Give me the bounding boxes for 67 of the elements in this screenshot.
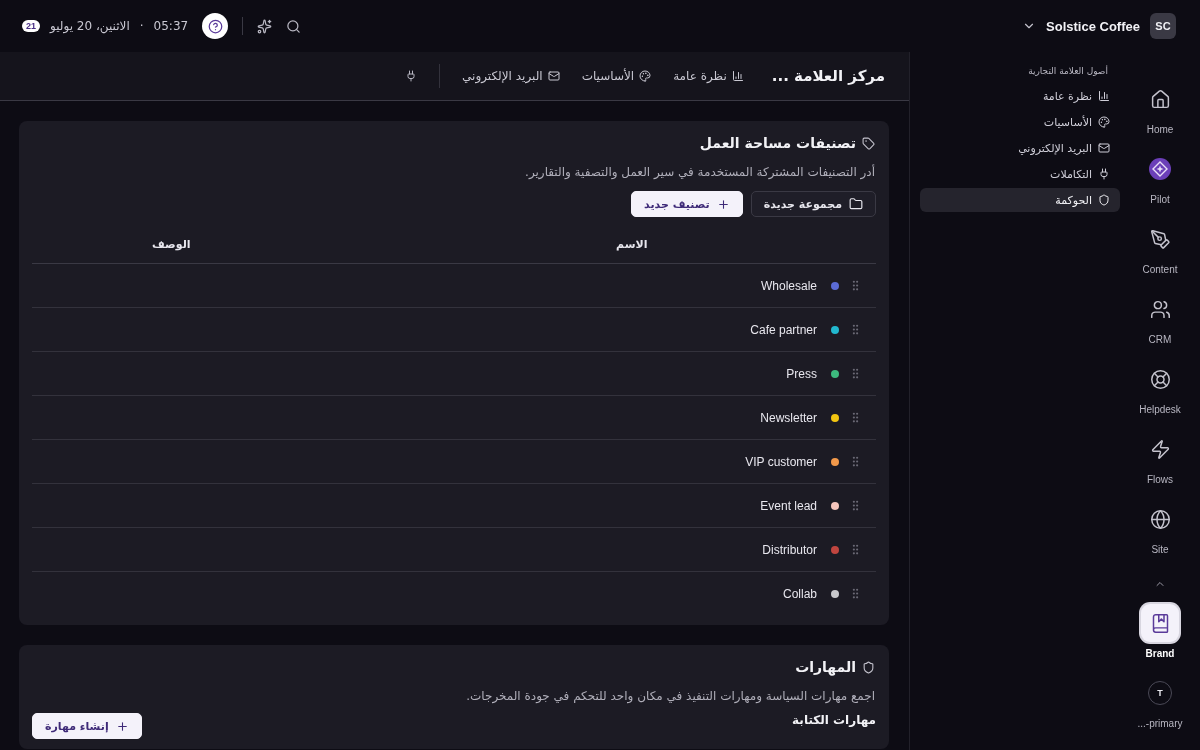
sidebar-item[interactable]: التكاملات: [920, 162, 1120, 186]
new-group-button[interactable]: مجموعة جديدة: [750, 191, 876, 217]
card-title: تصنيفات مساحة العمل: [699, 135, 856, 151]
create-skill-button[interactable]: إنشاء مهارة: [32, 713, 142, 739]
palette-icon: [639, 70, 652, 82]
date-text: الاثنين، 20 يوليو: [50, 19, 130, 33]
sidebar-item[interactable]: نظرة عامة: [920, 84, 1120, 108]
plus-icon: [115, 719, 129, 733]
sparkles-button[interactable]: [257, 18, 273, 34]
tag-name: Distributor: [762, 542, 817, 557]
sidebar-item[interactable]: الحوكمة: [920, 188, 1120, 212]
tab[interactable]: نظرة عامة: [673, 69, 744, 83]
column-header: الاسم: [616, 237, 649, 251]
tag-name: Collab: [782, 586, 817, 601]
section-heading: مهارات الكتابة: [792, 713, 876, 727]
rail-item[interactable]: Helpdesk: [1139, 360, 1181, 430]
tag-icon: [862, 136, 875, 150]
diamond-logo-icon: [1149, 158, 1171, 180]
separator-dot: ·: [139, 19, 144, 33]
rail-item[interactable]: Site: [1141, 500, 1179, 570]
plug-button[interactable]: [405, 70, 418, 82]
shield-icon: [1098, 194, 1110, 206]
shield-icon: [862, 660, 875, 674]
card-description: اجمع مهارات السياسة ومهارات التنفيذ في مكان واحد للتحكم في جودة المخرجات.: [465, 689, 875, 703]
tag-name: Cafe partner: [750, 322, 817, 337]
tag-name: VIP customer: [745, 454, 817, 469]
plug-icon: [1098, 168, 1110, 180]
search-button[interactable]: [286, 18, 302, 34]
home-icon: [1149, 88, 1171, 110]
help-icon: [207, 18, 223, 34]
tag-name: Newsletter: [760, 410, 817, 425]
folder-icon: [849, 197, 863, 211]
globe-icon: [1149, 508, 1171, 530]
lifebuoy-icon: [1149, 368, 1171, 390]
pen-icon: [1149, 228, 1171, 250]
sidebar-item[interactable]: البريد الإلكتروني: [920, 136, 1120, 160]
sidebar-item[interactable]: الأساسيات: [920, 110, 1120, 134]
plus-icon: [716, 197, 730, 211]
rail-item[interactable]: T ...-primary: [1137, 674, 1183, 744]
tag-name: Event lead: [760, 498, 817, 513]
workspace-avatar[interactable]: SC: [1150, 13, 1176, 39]
tab[interactable]: البريد الإلكتروني: [462, 69, 560, 83]
tag-name: Wholesale: [760, 278, 817, 293]
lightning-icon: [1149, 438, 1171, 460]
bar-chart-icon: [1098, 90, 1110, 102]
card-title: المهارات: [795, 659, 856, 675]
rail-item[interactable]: Flows: [1141, 430, 1179, 500]
column-header: الوصف: [151, 237, 192, 251]
users-icon: [1149, 298, 1171, 320]
palette-icon: [1098, 116, 1110, 128]
mail-icon: [547, 70, 560, 82]
sidebar-heading: أصول العلامة التجارية: [1027, 66, 1109, 78]
rail-item[interactable]: Home: [1141, 80, 1179, 150]
workspace-name[interactable]: Solstice Coffee: [1046, 18, 1140, 34]
tab[interactable]: الأساسيات: [581, 69, 652, 83]
time-text: 05:37: [153, 19, 189, 33]
page-title: مركز العلامة ...: [771, 67, 885, 85]
help-button[interactable]: [202, 13, 229, 39]
rail-item[interactable]: Pilot: [1141, 150, 1179, 220]
mail-icon: [1098, 142, 1110, 154]
card-description: أدر التصنيفات المشتركة المستخدمة في سير العمل والتصفية والتقارير.: [524, 165, 875, 179]
count-badge: 21: [22, 20, 40, 32]
tag-name: Press: [786, 366, 817, 381]
rail-item[interactable]: CRM: [1141, 290, 1179, 360]
bar-chart-icon: [731, 70, 744, 82]
rail-item[interactable]: Content: [1141, 220, 1179, 290]
new-tag-button[interactable]: تصنيف جديد: [631, 191, 743, 217]
